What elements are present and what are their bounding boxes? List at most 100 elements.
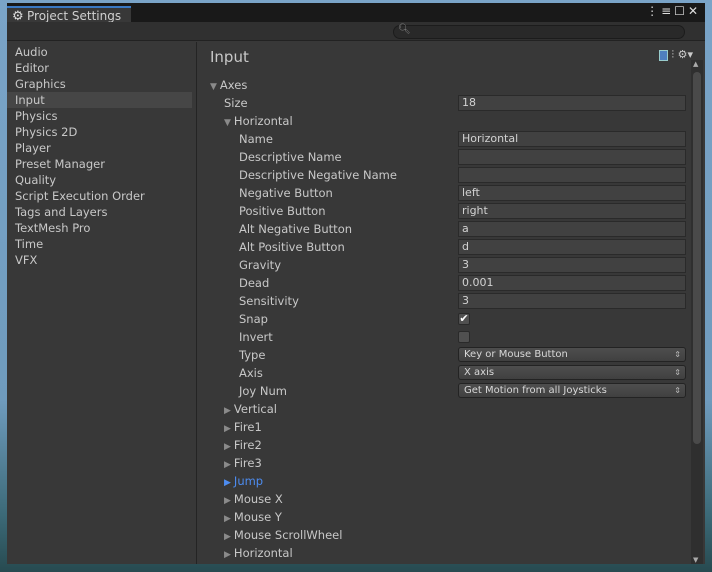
- triangle-icon[interactable]: ▶: [224, 442, 231, 452]
- field-label: Alt Negative Button: [239, 220, 352, 238]
- axis-foldout-jump[interactable]: ▶ Jump: [224, 472, 263, 490]
- triangle-icon[interactable]: ▶: [224, 514, 231, 524]
- dead-field[interactable]: 0.001: [458, 275, 686, 291]
- snap-checkbox[interactable]: ✔: [458, 313, 470, 325]
- axis-foldout-fire2[interactable]: ▶ Fire2: [224, 436, 262, 454]
- sidebar-item-quality[interactable]: Quality: [7, 172, 192, 188]
- label-text: Dead: [239, 276, 270, 290]
- scroll-down-icon[interactable]: ▼: [693, 556, 698, 564]
- sidebar-item-preset-manager[interactable]: Preset Manager: [7, 156, 192, 172]
- triangle-icon[interactable]: ▶: [224, 478, 231, 488]
- name-field[interactable]: Horizontal: [458, 131, 686, 147]
- axis-name: Mouse ScrollWheel: [233, 528, 343, 542]
- axis-name: Fire2: [233, 438, 262, 452]
- axis-name: Vertical: [233, 402, 277, 416]
- gravity-field[interactable]: 3: [458, 257, 686, 273]
- axis-foldout-fire3[interactable]: ▶ Fire3: [224, 454, 262, 472]
- axis-foldout-fire1[interactable]: ▶ Fire1: [224, 418, 262, 436]
- invert-label: Invert: [239, 328, 273, 346]
- axis-foldout-horizontal[interactable]: ▼ Horizontal: [224, 112, 293, 130]
- close-icon[interactable]: ✕: [688, 4, 701, 18]
- sidebar-item-vfx[interactable]: VFX: [7, 252, 192, 268]
- alt-positive-button-field[interactable]: d: [458, 239, 686, 255]
- axis-name: Mouse Y: [233, 510, 282, 524]
- triangle-icon[interactable]: ▶: [224, 424, 231, 434]
- triangle-icon[interactable]: ▶: [224, 406, 231, 416]
- negative-button-field[interactable]: left: [458, 185, 686, 201]
- type-dropdown[interactable]: Key or Mouse Button ⇕: [458, 347, 686, 362]
- menu-icon[interactable]: ⋮≡: [646, 4, 674, 18]
- triangle-icon[interactable]: ▶: [224, 460, 231, 470]
- joy-num-dropdown[interactable]: Get Motion from all Joysticks ⇕: [458, 383, 686, 398]
- field-label: Descriptive Name: [239, 148, 342, 166]
- axis-foldout-mouse-scrollwheel[interactable]: ▶ Mouse ScrollWheel: [224, 526, 342, 544]
- sidebar-item-physics[interactable]: Physics: [7, 108, 192, 124]
- window-title: Project Settings: [27, 9, 122, 23]
- label-text: Sensitivity: [239, 294, 299, 308]
- triangle-icon[interactable]: ▼: [224, 118, 231, 128]
- positive-button-field[interactable]: right: [458, 203, 686, 219]
- sidebar-item-tags-and-layers[interactable]: Tags and Layers: [7, 204, 192, 220]
- axis-name: Mouse X: [233, 492, 283, 506]
- sidebar-item-player[interactable]: Player: [7, 140, 192, 156]
- header-icons: ⫶ ⚙▾: [658, 48, 693, 62]
- field-label: Gravity: [239, 256, 281, 274]
- size-label: Size: [224, 94, 248, 112]
- scrollbar[interactable]: ▲ ▼: [691, 60, 703, 564]
- triangle-icon[interactable]: ▶: [224, 550, 231, 560]
- snap-label: Snap: [239, 310, 268, 328]
- triangle-icon[interactable]: ▶: [224, 496, 231, 506]
- axes-label: Axes: [219, 78, 248, 92]
- label-text: Descriptive Name: [239, 150, 342, 164]
- axis-name: Horizontal: [233, 114, 293, 128]
- label-text: Gravity: [239, 258, 282, 272]
- label-text: Descriptive Negative Name: [239, 168, 397, 182]
- field-label: Positive Button: [239, 202, 326, 220]
- descriptive-negative-name-field[interactable]: [458, 167, 686, 183]
- project-settings-window: ⚙ Project Settings ⋮≡☐✕ 🔍︎ Audio Editor Gra…: [7, 3, 705, 564]
- invert-checkbox[interactable]: [458, 331, 470, 343]
- axis-dropdown[interactable]: X axis ⇕: [458, 365, 686, 380]
- sidebar-item-textmesh-pro[interactable]: TextMesh Pro: [7, 220, 192, 236]
- field-label: Descriptive Negative Name: [239, 166, 397, 184]
- sidebar: Audio Editor Graphics Input Physics Physics 2…: [7, 42, 197, 564]
- size-field[interactable]: 18: [458, 95, 686, 111]
- axis-foldout-horizontal[interactable]: ▶ Horizontal: [224, 544, 293, 562]
- sidebar-item-physics-2d[interactable]: Physics 2D: [7, 124, 192, 140]
- field-label: Negative Button: [239, 184, 333, 202]
- axis-foldout-vertical[interactable]: ▶Vertical: [224, 562, 277, 564]
- axis-foldout-mouse-y[interactable]: ▶ Mouse Y: [224, 508, 282, 526]
- field-label: Dead: [239, 274, 269, 292]
- axes-foldout[interactable]: ▼ Axes: [210, 76, 247, 94]
- help-icon[interactable]: [658, 49, 668, 61]
- dropdown-value: X axis: [464, 367, 495, 378]
- label-text: Type: [239, 348, 266, 362]
- label-text: Alt Negative Button: [239, 222, 353, 236]
- sidebar-item-editor[interactable]: Editor: [7, 60, 192, 76]
- triangle-icon[interactable]: ▶: [224, 532, 231, 542]
- triangle-icon[interactable]: ▼: [210, 82, 217, 92]
- updown-arrow-icon: ⇕: [674, 386, 681, 395]
- sensitivity-field[interactable]: 3: [458, 293, 686, 309]
- field-label: Sensitivity: [239, 292, 299, 310]
- sidebar-item-script-execution-order[interactable]: Script Execution Order: [7, 188, 192, 204]
- search-input[interactable]: 🔍︎: [393, 24, 685, 39]
- dropdown-label: Axis: [239, 364, 263, 382]
- axis-foldout-mouse-x[interactable]: ▶ Mouse X: [224, 490, 283, 508]
- presets-icon[interactable]: ⫶: [671, 48, 674, 61]
- sidebar-item-input[interactable]: Input: [7, 92, 192, 108]
- alt-negative-button-field[interactable]: a: [458, 221, 686, 237]
- descriptive-name-field[interactable]: [458, 149, 686, 165]
- sidebar-item-time[interactable]: Time: [7, 236, 192, 252]
- sidebar-item-graphics[interactable]: Graphics: [7, 76, 192, 92]
- label-text: Negative Button: [239, 186, 333, 200]
- scrollbar-thumb[interactable]: [693, 72, 701, 444]
- label-text: Snap: [239, 312, 268, 326]
- dropdown-label: Type: [239, 346, 265, 364]
- maximize-icon[interactable]: ☐: [674, 4, 688, 18]
- updown-arrow-icon: ⇕: [674, 350, 681, 359]
- updown-arrow-icon: ⇕: [674, 368, 681, 377]
- scroll-up-icon[interactable]: ▲: [693, 60, 698, 68]
- axis-foldout-vertical[interactable]: ▶Vertical: [224, 400, 277, 418]
- sidebar-item-audio[interactable]: Audio: [7, 44, 192, 60]
